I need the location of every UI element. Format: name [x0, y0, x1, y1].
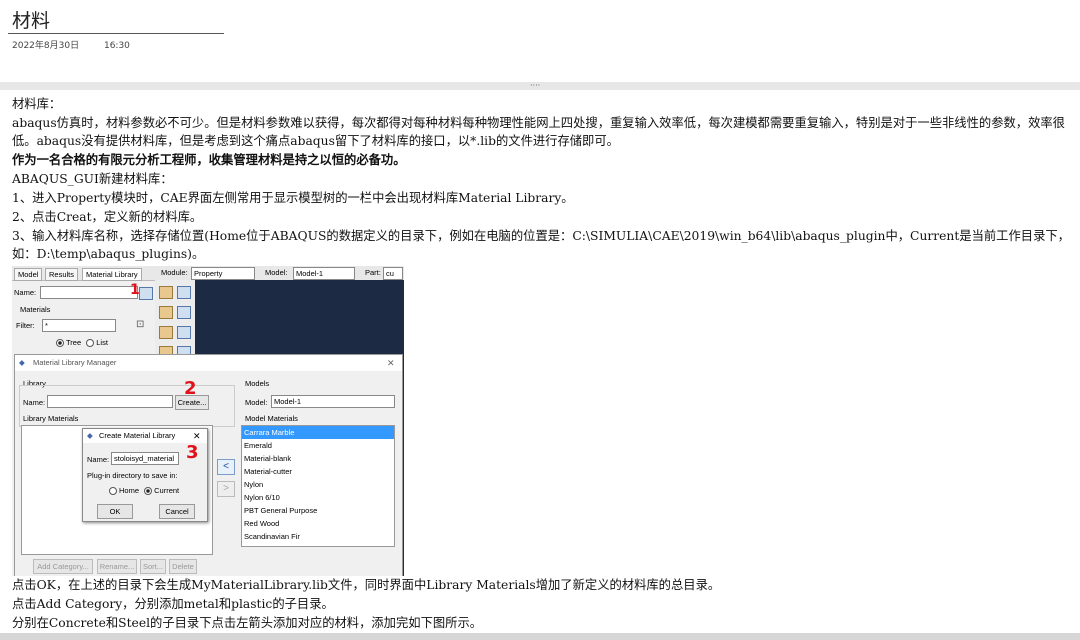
module-label: Module: — [161, 268, 188, 277]
close-icon[interactable]: ✕ — [193, 429, 201, 443]
part-select[interactable]: cu — [383, 267, 403, 280]
cancel-button[interactable]: Cancel — [159, 504, 195, 519]
create-name-label: Name: — [87, 455, 110, 464]
home-label: Home — [119, 486, 140, 495]
paragraph: 1、进入Property模块时，CAE界面左侧常用于显示模型树的一栏中会出现材料… — [12, 191, 574, 205]
assign-manager-icon[interactable] — [177, 326, 191, 339]
paragraph-bold: 作为一名合格的有限元分析工程师，收集管理材料是持之以恒的必备功。 — [12, 152, 406, 167]
plugin-dir-label: Plug-in directory to save in: — [87, 471, 178, 480]
copy-to-model-arrow-icon[interactable]: > — [217, 481, 235, 497]
abaqus-logo-icon: ◆ — [19, 358, 25, 367]
bottom-scrollbar[interactable] — [0, 633, 1080, 640]
tree-label: Tree — [66, 338, 82, 347]
note-body-continued: 点击OK，在上述的目录下会生成MyMaterialLibrary.lib文件，同… — [12, 576, 1078, 633]
list-item[interactable]: Emerald — [242, 439, 394, 452]
filter-input[interactable]: * — [42, 319, 116, 332]
list-item[interactable]: PBT General Purpose — [242, 504, 394, 517]
material-library-manager-dialog: ◆ Material Library Manager ✕ Library Nam… — [14, 354, 403, 576]
paragraph: 3、输入材料库名称，选择存储位置(Home位于ABAQUS的数据定义的目录下，例… — [12, 229, 1070, 261]
title-underline — [8, 33, 224, 34]
material-manager-icon[interactable] — [177, 286, 191, 299]
rename-button[interactable]: Rename... — [97, 559, 137, 574]
library-materials-label: Library Materials — [23, 414, 79, 423]
library-icon[interactable] — [139, 287, 153, 300]
list-item[interactable]: Material-cutter — [242, 465, 394, 478]
model-select[interactable]: Model-1 — [293, 267, 355, 280]
list-label: List — [96, 338, 108, 347]
annotation-mark: 3 — [186, 442, 199, 463]
paragraph: 分别在Concrete和Steel的子目录下点击左箭头添加对应的材料，添加完如下… — [12, 616, 483, 630]
home-radio[interactable] — [109, 487, 117, 496]
dialog-title: Material Library Manager — [33, 358, 117, 367]
paragraph: 点击OK，在上述的目录下会生成MyMaterialLibrary.lib文件，同… — [12, 578, 721, 592]
current-label: Current — [154, 486, 180, 495]
model-label: Model: — [265, 268, 288, 277]
model-materials-list[interactable]: Carrara Marble Emerald Material-blank Ma… — [241, 425, 395, 547]
library-name-label: Name: — [23, 398, 46, 407]
note-time: 16:30 — [103, 41, 130, 51]
section-manager-icon[interactable] — [177, 306, 191, 319]
splitter-grip-icon[interactable]: ···· — [530, 82, 540, 90]
sort-button[interactable]: Sort... — [140, 559, 166, 574]
current-radio[interactable] — [144, 487, 153, 496]
delete-button[interactable]: Delete — [169, 559, 197, 574]
create-name-input[interactable]: stoloisyd_material — [111, 452, 179, 465]
models-model-label: Model: — [245, 398, 268, 407]
material-edit-icon[interactable] — [159, 286, 173, 299]
paragraph: ABAQUS_GUI新建材料库： — [12, 172, 173, 186]
filter-options-icon[interactable]: ⊡ — [136, 319, 144, 330]
create-dialog-titlebar: ◆ Create Material Library ✕ — [83, 429, 207, 443]
list-item[interactable]: Red Wood — [242, 517, 394, 530]
list-item[interactable]: Nylon — [242, 478, 394, 491]
tab-model[interactable]: Model — [14, 268, 43, 281]
embedded-screenshot: Model Results Material Library Module: P… — [12, 266, 404, 576]
view-radio-group: Tree List — [56, 338, 108, 348]
tab-results[interactable]: Results — [45, 268, 79, 281]
library-name-field[interactable] — [47, 395, 173, 408]
paragraph: 材料库： — [12, 97, 62, 111]
note-date: 2022年8月30日 — [12, 41, 80, 51]
model-materials-label: Model Materials — [245, 414, 298, 423]
materials-group-label: Materials — [20, 305, 51, 314]
close-icon[interactable]: ✕ — [387, 355, 395, 371]
module-select[interactable]: Property — [191, 267, 255, 280]
add-category-button[interactable]: Add Category... — [33, 559, 93, 574]
create-dialog-title: Create Material Library — [99, 431, 176, 440]
list-item[interactable]: Carrara Marble — [242, 426, 394, 439]
tree-radio[interactable] — [56, 339, 64, 348]
list-item[interactable]: Scandinavian Fir — [242, 530, 394, 543]
part-label: Part: — [365, 268, 381, 277]
paragraph: 2、点击Creat，定义新的材料库。 — [12, 210, 203, 224]
assign-section-icon[interactable] — [159, 326, 173, 339]
plugin-dir-radio-group: Home Current — [109, 486, 180, 496]
annotation-mark: 2 — [184, 378, 197, 399]
note-metadata: 2022年8月30日 16:30 — [12, 38, 152, 51]
name-label: Name: — [14, 288, 37, 297]
paragraph: 点击Add Category，分别添加metal和plastic的子目录。 — [12, 597, 334, 611]
toolbox — [155, 280, 195, 360]
model-tree-tabs: Model Results Material Library — [12, 266, 157, 281]
models-group-label: Models — [245, 379, 270, 388]
copy-to-library-arrow-icon[interactable]: < — [217, 459, 235, 475]
annotation-mark: 1 — [130, 282, 140, 298]
paragraph: abaqus仿真时，材料参数必不可少。但是材料参数难以获得，每次都得对每种材料每… — [12, 116, 1065, 148]
context-bar: Module: Property Model: Model-1 Part: cu — [157, 266, 404, 281]
ok-button[interactable]: OK — [97, 504, 133, 519]
section-icon[interactable] — [159, 306, 173, 319]
dialog-titlebar: ◆ Material Library Manager ✕ — [15, 355, 402, 371]
list-item[interactable]: Material-blank — [242, 452, 394, 465]
abaqus-logo-icon: ◆ — [87, 431, 93, 440]
note-title: 材料 — [12, 10, 51, 32]
models-model-select[interactable]: Model-1 — [271, 395, 395, 408]
list-radio[interactable] — [86, 339, 95, 348]
note-body: 材料库： abaqus仿真时，材料参数必不可少。但是材料参数难以获得，每次都得对… — [12, 95, 1078, 264]
tab-material-library[interactable]: Material Library — [82, 268, 142, 281]
filter-label: Filter: — [16, 321, 35, 330]
library-name-select[interactable] — [40, 286, 138, 299]
list-item[interactable]: Nylon 6/10 — [242, 491, 394, 504]
